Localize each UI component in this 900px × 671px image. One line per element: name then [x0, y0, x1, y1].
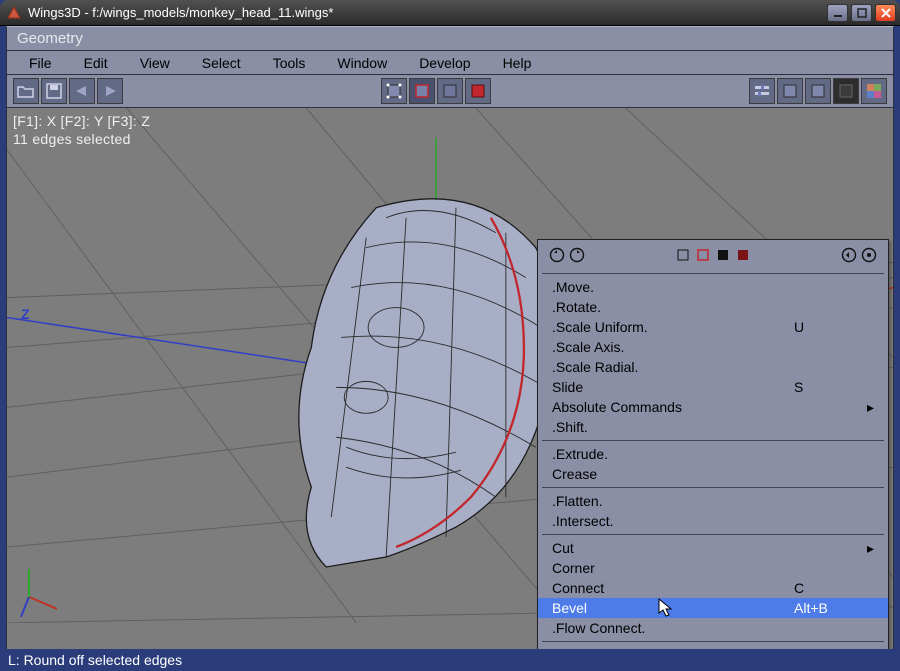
menu-select[interactable]: Select [186, 53, 257, 73]
sel-vertex-icon[interactable] [674, 246, 692, 264]
history-back-icon[interactable] [548, 246, 566, 264]
geometry-window-header[interactable]: Geometry [6, 26, 894, 51]
edge-mode-icon[interactable] [409, 78, 435, 104]
ctx-separator [542, 440, 884, 441]
ctx-item-label: .Intersect. [552, 513, 794, 529]
workmode-icon[interactable] [833, 78, 859, 104]
ctx-item-bevel[interactable]: BevelAlt+B [538, 598, 888, 618]
ctx-item-label: Slide [552, 379, 794, 395]
ctx-item-label: Crease [552, 466, 794, 482]
menu-develop[interactable]: Develop [403, 53, 486, 73]
ctx-item-scaleradial[interactable]: .Scale Radial. [538, 357, 888, 377]
ctx-item-label: .Dissolve. [552, 647, 794, 649]
ctx-item-label: Corner [552, 560, 794, 576]
ctx-item-shortcut: U [794, 319, 864, 335]
ctx-item-shortcut: C [794, 580, 864, 596]
prefs-icon[interactable] [749, 78, 775, 104]
groundplane-icon[interactable] [777, 78, 803, 104]
ctx-item-intersect[interactable]: .Intersect. [538, 511, 888, 531]
toolbar [6, 75, 894, 108]
menu-file[interactable]: File [13, 53, 68, 73]
cursor-icon [658, 598, 674, 621]
menu-edit[interactable]: Edit [68, 53, 124, 73]
ctx-item-label: Absolute Commands [552, 399, 794, 415]
ctx-item-label: .Scale Axis. [552, 339, 794, 355]
history-fwd-icon[interactable] [568, 246, 586, 264]
open-icon[interactable] [13, 78, 39, 104]
geometry-label: Geometry [17, 30, 83, 47]
ctx-separator [542, 487, 884, 488]
ctx-item-shortcut: S [794, 379, 864, 395]
minimize-button[interactable] [827, 4, 848, 22]
client-area: Geometry File Edit View Select Tools Win… [6, 26, 894, 671]
ctx-separator [542, 534, 884, 535]
sel-edge-icon[interactable] [694, 246, 712, 264]
ctx-item-slide[interactable]: SlideS [538, 377, 888, 397]
ctx-item-label: Cut [552, 540, 794, 556]
ctx-item-shortcut: Bksp [794, 647, 864, 649]
repeat-args-icon[interactable] [860, 246, 878, 264]
vertex-mode-icon[interactable] [381, 78, 407, 104]
menubar: File Edit View Select Tools Window Devel… [6, 51, 894, 75]
ctx-item-label: .Flow Connect. [552, 620, 794, 636]
ctx-item-cut[interactable]: Cut ▸ [538, 538, 888, 558]
ctx-item-label: .Extrude. [552, 446, 794, 462]
menu-view[interactable]: View [124, 53, 186, 73]
body-mode-icon[interactable] [465, 78, 491, 104]
context-menu: .Move..Rotate..Scale Uniform.U.Scale Axi… [537, 239, 889, 649]
menu-window[interactable]: Window [321, 53, 403, 73]
ctx-item-label: .Shift. [552, 419, 794, 435]
axes-icon[interactable] [805, 78, 831, 104]
ctx-item-move[interactable]: .Move. [538, 277, 888, 297]
hud-selection-count: 11 edges selected [13, 130, 150, 148]
wings-logo-icon [6, 5, 22, 21]
ctx-item-flatten[interactable]: .Flatten. [538, 491, 888, 511]
sel-face-icon[interactable] [714, 246, 732, 264]
colorview-icon[interactable] [861, 78, 887, 104]
face-mode-icon[interactable] [437, 78, 463, 104]
axis-z-label: Z [21, 306, 30, 322]
forward-icon[interactable] [97, 78, 123, 104]
ctx-item-label: .Move. [552, 279, 794, 295]
ctx-item-dissolve[interactable]: .Dissolve.Bksp [538, 645, 888, 649]
ctx-item-label: .Scale Uniform. [552, 319, 794, 335]
menu-help[interactable]: Help [487, 53, 548, 73]
ctx-item-connect[interactable]: ConnectC [538, 578, 888, 598]
sel-body-icon[interactable] [734, 246, 752, 264]
hud-axis-keys: [F1]: X [F2]: Y [F3]: Z [13, 112, 150, 130]
maximize-button[interactable] [851, 4, 872, 22]
ctx-item-shift[interactable]: .Shift. [538, 417, 888, 437]
ctx-item-label: .Rotate. [552, 299, 794, 315]
titlebar: Wings3D - f:/wings_models/monkey_head_11… [0, 0, 900, 26]
save-icon[interactable] [41, 78, 67, 104]
back-icon[interactable] [69, 78, 95, 104]
ctx-item-label: .Flatten. [552, 493, 794, 509]
hud: [F1]: X [F2]: Y [F3]: Z 11 edges selecte… [13, 112, 150, 148]
ctx-item-scaleuniform[interactable]: .Scale Uniform.U [538, 317, 888, 337]
ctx-item-flowconnect[interactable]: .Flow Connect. [538, 618, 888, 638]
ctx-separator [542, 641, 884, 642]
ctx-item-extrude[interactable]: .Extrude. [538, 444, 888, 464]
ctx-item-label: .Scale Radial. [552, 359, 794, 375]
app-window: Wings3D - f:/wings_models/monkey_head_11… [0, 0, 900, 671]
menu-tools[interactable]: Tools [257, 53, 322, 73]
close-button[interactable] [875, 4, 896, 22]
ctx-item-label: Connect [552, 580, 794, 596]
ctx-item-shortcut: Alt+B [794, 600, 864, 616]
statusbar-bottom: L: Round off selected edges [0, 649, 900, 671]
submenu-arrow-icon: ▸ [864, 540, 874, 557]
ctx-item-rotate[interactable]: .Rotate. [538, 297, 888, 317]
ctx-item-crease[interactable]: Crease [538, 464, 888, 484]
ctx-item-scaleaxis[interactable]: .Scale Axis. [538, 337, 888, 357]
submenu-arrow-icon: ▸ [864, 399, 874, 416]
status-command-help: L: Round off selected edges [8, 652, 182, 668]
context-menu-iconrow [538, 244, 888, 270]
repeat-icon[interactable] [840, 246, 858, 264]
ctx-item-corner[interactable]: Corner [538, 558, 888, 578]
window-title: Wings3D - f:/wings_models/monkey_head_11… [28, 5, 333, 20]
viewport[interactable]: [F1]: X [F2]: Y [F3]: Z 11 edges selecte… [6, 108, 894, 649]
ctx-item-absolutecommands[interactable]: Absolute Commands ▸ [538, 397, 888, 417]
